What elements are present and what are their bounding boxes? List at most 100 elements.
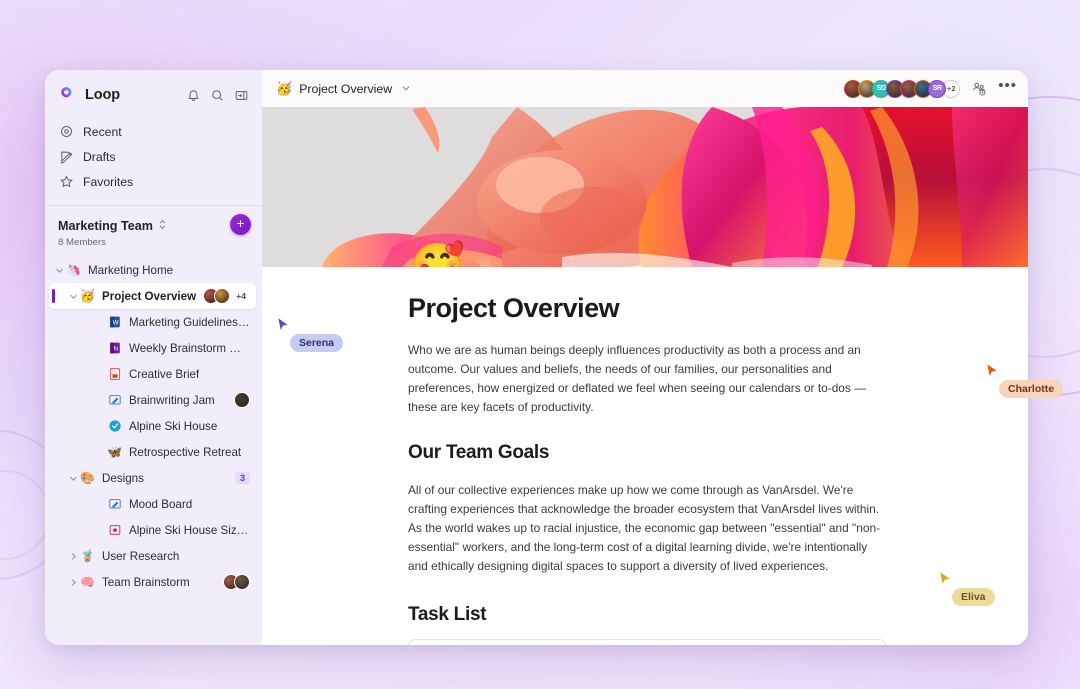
favorites-star-icon (59, 174, 74, 189)
avatar-overflow-count[interactable]: +4 (232, 290, 250, 302)
tree-item-alpine-ski-house[interactable]: Alpine Ski House (49, 413, 256, 439)
paragraph-intro[interactable]: Who we are as human beings deeply influe… (408, 341, 886, 417)
chevron-right-icon[interactable] (67, 552, 80, 561)
tree-item-team-brainstorm[interactable]: 🧠 Team Brainstorm (49, 569, 256, 595)
video-icon (107, 523, 122, 538)
tree-item-label: Creative Brief (129, 367, 200, 381)
paragraph-team-goals[interactable]: All of our collective experiences make u… (408, 481, 886, 576)
task-list-table: Tasks Assigned to (408, 639, 886, 645)
cursor-label: Eliva (952, 588, 995, 606)
sidebar-item-recent[interactable]: Recent (52, 119, 255, 144)
page-emoji-icon: 🎨 (80, 471, 95, 485)
search-icon[interactable] (210, 88, 225, 103)
chevron-down-icon[interactable] (53, 266, 66, 275)
document-topbar: 🥳 Project Overview SD SR +2 ••• (262, 70, 1028, 107)
tree-item-alpine-ski-house-sizzle-re[interactable]: Alpine Ski House Sizzle Re... (49, 517, 256, 543)
item-count-badge: 3 (234, 472, 250, 484)
tree-item-label: Marketing Guidelines for V... (129, 315, 250, 329)
page-emoji-icon: 🧠 (80, 575, 95, 589)
hero-banner-image: 🥰 (262, 107, 1028, 267)
tree-item-marketing-home[interactable]: 🦄 Marketing Home (49, 257, 256, 283)
tree-item-designs[interactable]: 🎨 Designs 3 (49, 465, 256, 491)
tree-item-label: Project Overview (102, 289, 197, 303)
tree-item-label: Weekly Brainstorm Meeting (129, 341, 250, 355)
tree-item-brainwriting-jam[interactable]: Brainwriting Jam (49, 387, 256, 413)
sidebar-item-label: Drafts (83, 149, 116, 164)
sidebar-item-drafts[interactable]: Drafts (52, 144, 255, 169)
tree-item-weekly-brainstorm-meeting[interactable]: N Weekly Brainstorm Meeting (49, 335, 256, 361)
avatar[interactable] (234, 392, 250, 408)
tree-item-retrospective-retreat[interactable]: 🦋 Retrospective Retreat (49, 439, 256, 465)
tree-item-label: Retrospective Retreat (129, 445, 242, 459)
recent-icon (59, 124, 74, 139)
page-emoji-icon: 🥳 (80, 289, 95, 303)
section-heading-team-goals: Our Team Goals (408, 442, 550, 463)
tree-item-meta (218, 574, 250, 590)
sidebar-quick-nav: Recent Drafts Favorites (45, 119, 262, 194)
cursor-arrow-icon (938, 570, 952, 587)
drafts-icon (59, 149, 74, 164)
workspace-header: Marketing Team 8 Members + (45, 206, 262, 248)
live-cursor-eliva: Eliva (938, 570, 995, 606)
cursor-label: Charlotte (999, 380, 1064, 398)
sidebar-page-tree: 🦄 Marketing Home 🥳 Project Overview +4 W Marke… (45, 257, 262, 595)
tree-item-user-research[interactable]: 🧋 User Research (49, 543, 256, 569)
avatar[interactable] (214, 288, 231, 304)
tree-item-label: Designs (102, 471, 144, 485)
avatar[interactable] (234, 574, 250, 590)
chevron-right-icon[interactable] (67, 578, 80, 587)
collapse-panel-icon[interactable] (234, 88, 249, 103)
page-title: Project Overview (408, 293, 620, 323)
chevron-updown-icon[interactable] (158, 217, 167, 235)
section-heading-task-list: Task List (408, 604, 487, 625)
main-content: 🥳 Project Overview SD SR +2 ••• 🥰 Projec… (262, 70, 1028, 645)
tree-item-label: Alpine Ski House Sizzle Re... (129, 523, 250, 537)
chevron-down-icon[interactable] (67, 474, 80, 483)
page-emoji-icon: 🧋 (80, 549, 95, 563)
collaborator-facepile[interactable]: SD SR +2 (844, 79, 961, 98)
tree-item-marketing-guidelines-for-v[interactable]: W Marketing Guidelines for V... (49, 309, 256, 335)
avatar[interactable]: SR (928, 79, 947, 98)
chevron-down-icon[interactable] (401, 80, 411, 98)
tree-item-meta (229, 392, 250, 408)
document-body: Project Overview Who we are as human bei… (262, 267, 1028, 645)
tree-item-project-overview[interactable]: 🥳 Project Overview +4 (49, 283, 256, 309)
whiteboard-icon (107, 393, 122, 408)
live-cursor-charlotte: Charlotte (985, 362, 1064, 398)
topbar-actions: SD SR +2 ••• (844, 78, 1017, 98)
more-options-icon[interactable]: ••• (998, 78, 1017, 96)
sidebar-item-favorites[interactable]: Favorites (52, 169, 255, 194)
brand-name: Loop (85, 87, 121, 103)
sidebar-header-icons (186, 88, 249, 103)
workspace-member-count: 8 Members (58, 237, 106, 248)
reaction-emoji[interactable]: 🥰 (410, 245, 465, 268)
chevron-down-icon[interactable] (67, 292, 80, 301)
sidebar-item-label: Favorites (83, 174, 134, 189)
tree-item-meta: 3 (230, 472, 250, 484)
page-emoji-icon: 🦋 (107, 445, 122, 459)
tree-item-creative-brief[interactable]: Creative Brief (49, 361, 256, 387)
add-page-button[interactable]: + (230, 214, 251, 235)
desktop-backdrop: Loop Recent Drafts Favorites Marketing T… (0, 0, 1080, 689)
tree-item-label: Marketing Home (88, 263, 174, 277)
tree-item-label: Brainwriting Jam (129, 393, 215, 407)
live-cursor-serena: Serena (276, 316, 344, 352)
cursor-arrow-icon (985, 362, 999, 379)
share-access-icon[interactable] (971, 81, 987, 97)
sidebar-item-label: Recent (83, 124, 122, 139)
page-emoji-icon: 🦄 (66, 263, 81, 277)
workspace-title[interactable]: Marketing Team (58, 219, 153, 233)
tree-item-mood-board[interactable]: Mood Board (49, 491, 256, 517)
cursor-arrow-icon (276, 316, 290, 333)
page-emoji-icon[interactable]: 🥳 (276, 81, 292, 97)
cursor-label: Serena (290, 334, 344, 352)
bell-icon[interactable] (186, 88, 201, 103)
svg-text:W: W (112, 320, 118, 326)
tree-item-label: Team Brainstorm (102, 575, 190, 589)
tree-item-label: Mood Board (129, 497, 193, 511)
whiteboard-icon (107, 497, 122, 512)
decorative-swirl (0, 470, 50, 560)
breadcrumb-page-title[interactable]: Project Overview (299, 82, 392, 96)
loop-logo-icon (58, 86, 77, 105)
avatar-initials: SR (929, 80, 946, 97)
